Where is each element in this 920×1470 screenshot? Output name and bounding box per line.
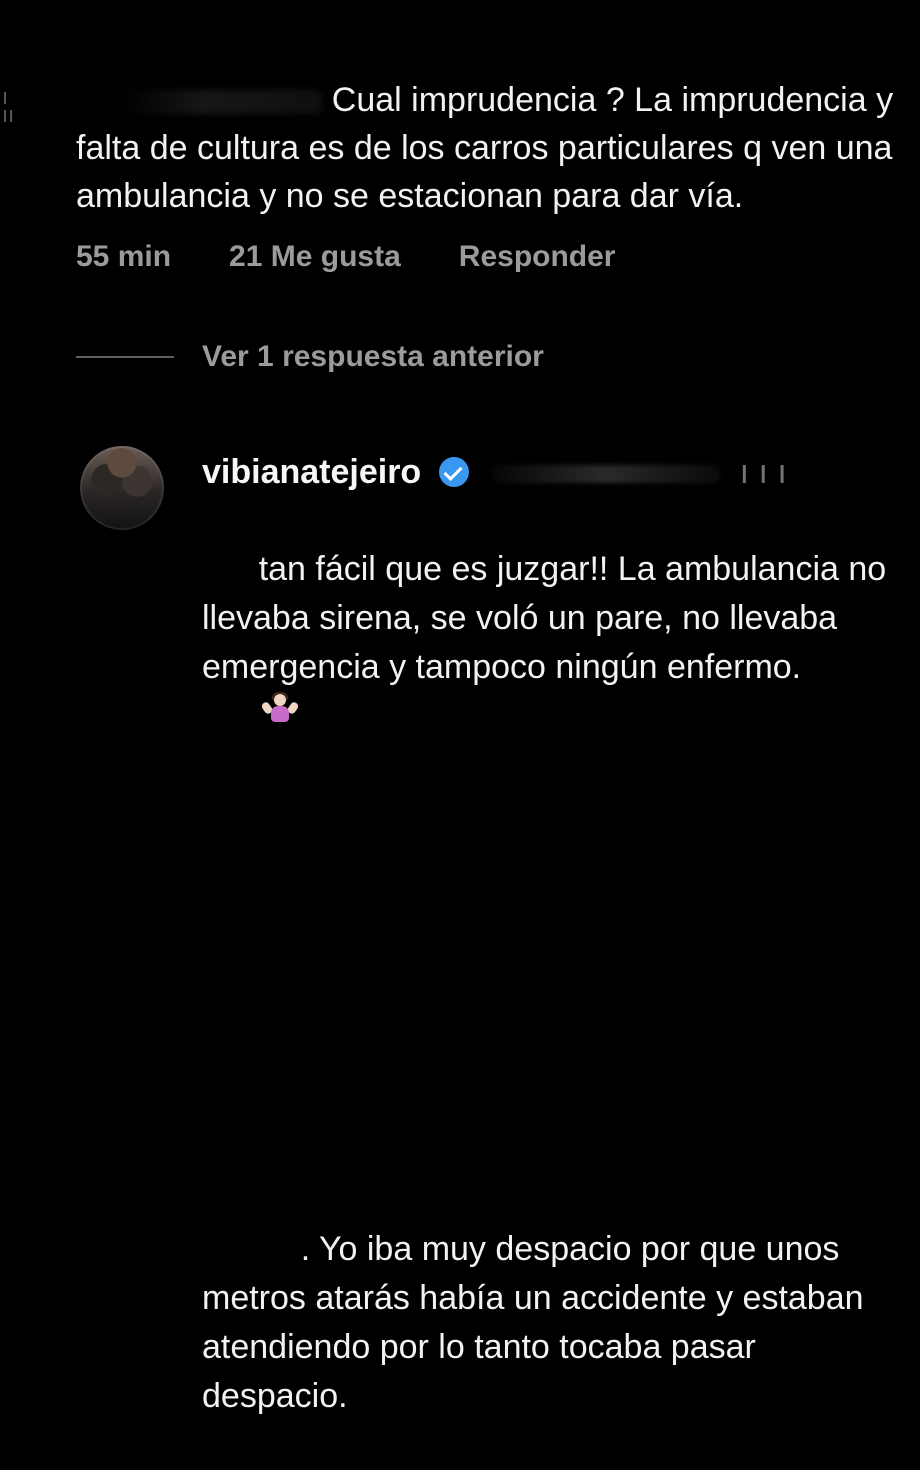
reply-header: vibianatejeiro ı ı ı xyxy=(202,448,902,496)
reply-username[interactable]: vibianatejeiro xyxy=(202,453,421,491)
reply-content: vibianatejeiro ı ı ı tan fácil que es ju… xyxy=(202,448,902,1470)
top-comment: Cual imprudencia ? La imprudencia y falt… xyxy=(76,28,896,268)
redacted-mention xyxy=(492,465,721,484)
left-edge-fragment: ı ıı xyxy=(2,84,15,127)
comment-meta-row: 55 min 21 Me gusta Responder xyxy=(76,240,615,274)
comment-body: Cual imprudencia ? La imprudencia y falt… xyxy=(76,28,896,268)
woman-shrugging-emoji-icon xyxy=(259,692,300,726)
mention-fragment: ı ı ı xyxy=(739,453,787,491)
avatar[interactable] xyxy=(80,446,164,530)
comment-time: 55 min xyxy=(76,240,172,273)
redacted-username xyxy=(121,90,322,115)
reply-text-end: . Yo iba muy despacio por que unos metro… xyxy=(202,1230,873,1415)
reply-button[interactable]: Responder xyxy=(459,240,616,274)
view-previous-replies[interactable]: Ver 1 respuesta anterior xyxy=(76,340,544,374)
verified-badge-icon xyxy=(438,457,469,487)
replies-divider-line xyxy=(76,356,174,358)
comment-likes[interactable]: 21 Me gusta xyxy=(229,240,401,274)
reply-text-start: tan fácil que es juzgar!! La ambulancia … xyxy=(202,550,896,686)
view-previous-replies-text[interactable]: Ver 1 respuesta anterior xyxy=(202,340,544,374)
reply-body: tan fácil que es juzgar!! La ambulancia … xyxy=(202,496,902,1470)
